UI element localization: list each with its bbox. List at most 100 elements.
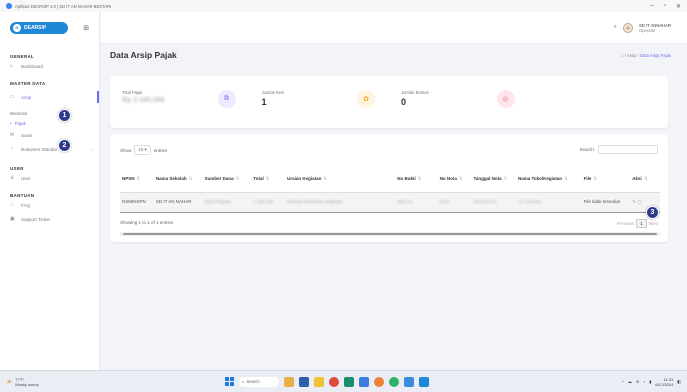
task-view-icon[interactable] xyxy=(299,376,309,387)
col-nama-sekolah[interactable]: Nama Sekolah ⇅ xyxy=(153,166,203,193)
sidebar-item-pajak[interactable]: • Pajak xyxy=(0,118,99,128)
delete-icon[interactable]: ▢ xyxy=(637,199,641,204)
sidebar-item-faq[interactable]: ○ FAQ xyxy=(0,198,99,212)
windows-start-icon[interactable] xyxy=(225,377,234,386)
clock-date: 6/17/2024 xyxy=(655,381,674,387)
col-no-bukti[interactable]: No Bukti ⇅ xyxy=(395,166,438,193)
telegram-icon[interactable] xyxy=(419,376,429,387)
notification-icon[interactable]: ◧ xyxy=(677,379,681,384)
col-sumber-dana[interactable]: Sumber Dana ⇅ xyxy=(202,166,252,193)
breadcrumb-current: Data Arsip Pajak xyxy=(640,53,671,58)
col-npsn[interactable]: NPSN ⇅ xyxy=(120,166,154,193)
store-icon[interactable] xyxy=(359,376,369,387)
logo-text: DEARSIP xyxy=(24,25,47,31)
browser-icon[interactable] xyxy=(404,376,414,387)
sidebar-item-dokumen-standar[interactable]: ◔ Dokumen Standar › xyxy=(0,142,99,156)
breadcrumb-separator: / xyxy=(637,53,639,58)
app-logo[interactable]: D DEARSIP xyxy=(10,22,68,34)
cell-no-nota: N-01 xyxy=(437,192,472,213)
avatar[interactable]: ☺ xyxy=(622,22,633,33)
entries-control: Show 10 ▾ entries xyxy=(120,145,167,155)
battery-icon[interactable]: ▮ xyxy=(649,379,651,384)
col-aksi[interactable]: Aksi ⇅ xyxy=(630,166,660,193)
chevron-up-icon[interactable]: ^ xyxy=(622,379,624,384)
sidebar-item-arsip[interactable]: ▭ Arsip xyxy=(0,90,99,104)
taskbar-search[interactable]: ⌕ Search xyxy=(239,376,279,387)
cell-uraian: Belanja kebutuhan kegiatan xyxy=(285,192,396,213)
search-icon: ⌕ xyxy=(242,379,245,384)
col-nama-toko[interactable]: Nama Toko/Kegiatan ⇅ xyxy=(515,166,582,193)
col-no-nota[interactable]: No Nota ⇅ xyxy=(437,166,472,193)
sidebar-item-label: Dashboard xyxy=(21,63,44,69)
search-label: Search: xyxy=(579,147,595,152)
page-title: Data Arsip Pajak xyxy=(110,50,177,60)
sidebar-item-label: Arsip xyxy=(21,94,32,100)
search-input[interactable] xyxy=(598,145,658,154)
cell-file: File tidak tersedia! xyxy=(581,192,631,213)
menu-toggle-icon[interactable]: ⊞ xyxy=(83,24,89,32)
sidebar-subheading: Beranda xyxy=(10,110,28,116)
cell-npsn: NSM/NSPN xyxy=(120,192,154,213)
document-icon: ◔ xyxy=(10,146,14,152)
col-total[interactable]: Total ⇅ xyxy=(251,166,286,193)
clock[interactable]: 11:31 6/17/2024 xyxy=(655,377,673,387)
close-icon[interactable]: ✕ xyxy=(676,3,681,10)
table-row[interactable]: NSM/NSPN SD IT AN NAHAR BOS Reguler 2.19… xyxy=(120,192,660,213)
weather-widget[interactable]: ☀ 77°F Mostly sunny xyxy=(6,377,39,387)
help-circle-icon: ○ xyxy=(10,202,14,208)
sidebar-item-label: Support Ticket xyxy=(21,216,50,222)
pagination: Previous 1 Next xyxy=(617,219,658,228)
col-file[interactable]: File ⇅ xyxy=(581,166,631,193)
system-tray: ^ ☁ ≋ ♪ ▮ 11:31 6/17/2024 ◧ xyxy=(622,377,681,387)
box-icon: ✿ xyxy=(357,90,375,108)
sidebar-item-label: FAQ xyxy=(21,202,31,208)
search-icon[interactable]: ⌕ xyxy=(614,24,617,31)
maximize-icon[interactable]: ▫ xyxy=(664,3,666,10)
topbar: ⌕ ☺ SD IT ANNAHAR Operator xyxy=(101,12,687,44)
sidebar-item-user[interactable]: ♙ User xyxy=(0,171,99,185)
app-favicon-icon xyxy=(6,3,12,9)
firefox-icon[interactable] xyxy=(374,376,384,387)
minimize-icon[interactable]: – xyxy=(650,3,653,10)
volume-icon[interactable]: ♪ xyxy=(643,379,645,384)
file-explorer-icon[interactable] xyxy=(314,376,324,387)
data-table-card: Show 10 ▾ entries Search: NPSN ⇅ Nama Sek… xyxy=(110,134,668,242)
users-icon: ♙ xyxy=(10,175,15,181)
entries-select[interactable]: 10 ▾ xyxy=(134,145,151,155)
horizontal-scrollbar[interactable] xyxy=(120,232,660,236)
cloud-icon[interactable]: ☁ xyxy=(628,379,632,384)
col-tanggal-nota[interactable]: Tanggal Nota ⇅ xyxy=(471,166,516,193)
arsip-pajak-table: NPSN ⇅ Nama Sekolah ⇅ Sumber Dana ⇅ Total ⇅ … xyxy=(120,166,660,213)
bullet-icon: • xyxy=(10,120,12,126)
next-button[interactable]: Next xyxy=(649,221,658,226)
folder-icon: ▭ xyxy=(10,94,15,100)
prev-button[interactable]: Previous xyxy=(617,221,635,226)
widgets-app-icon[interactable] xyxy=(284,376,294,387)
mail-icon: ✉ xyxy=(10,132,15,138)
taskbar: ☀ 77°F Mostly sunny ⌕ Search ^ ☁ ≋ ♪ ▮ 1… xyxy=(0,370,687,392)
edge-icon[interactable] xyxy=(344,376,354,387)
col-uraian-kegiatan[interactable]: Uraian Kegiatan ⇅ xyxy=(285,166,396,193)
user-menu[interactable]: SD IT ANNAHAR Operator xyxy=(639,23,671,33)
sidebar-item-support-ticket[interactable]: ▣ Support Ticket xyxy=(0,212,99,226)
sidebar-item-surat[interactable]: ✉ Surat xyxy=(0,128,99,142)
sidebar-item-dashboard[interactable]: ⌂ Dashboard xyxy=(0,59,99,73)
chrome-icon[interactable] xyxy=(329,376,339,387)
breadcrumb-arsip[interactable]: Arsip xyxy=(627,53,637,58)
window-controls: – ▫ ✕ xyxy=(650,3,681,10)
edit-icon[interactable]: ✎ xyxy=(632,199,636,204)
wifi-icon[interactable]: ≋ xyxy=(636,379,639,384)
home-icon[interactable]: ⌂ xyxy=(621,53,624,58)
cell-nama-sekolah: SD IT AN NAHAR xyxy=(153,192,203,213)
user-role: Operator xyxy=(638,27,656,33)
sidebar-item-label: Dokumen Standar xyxy=(21,146,58,152)
annotation-badge-3: 3 xyxy=(646,206,659,219)
whatsapp-icon[interactable] xyxy=(389,376,399,387)
cell-nama-toko: CV Sumber xyxy=(515,192,582,213)
cell-no-bukti: BKU-01 xyxy=(395,192,438,213)
sidebar-item-label: Pajak xyxy=(14,120,26,126)
logo-mark-icon: D xyxy=(13,24,21,32)
stat-jumlah-item: Jumlah Item 1 ✿ xyxy=(250,76,390,128)
page-1-button[interactable]: 1 xyxy=(636,219,647,228)
scrollbar-thumb[interactable] xyxy=(123,233,657,235)
